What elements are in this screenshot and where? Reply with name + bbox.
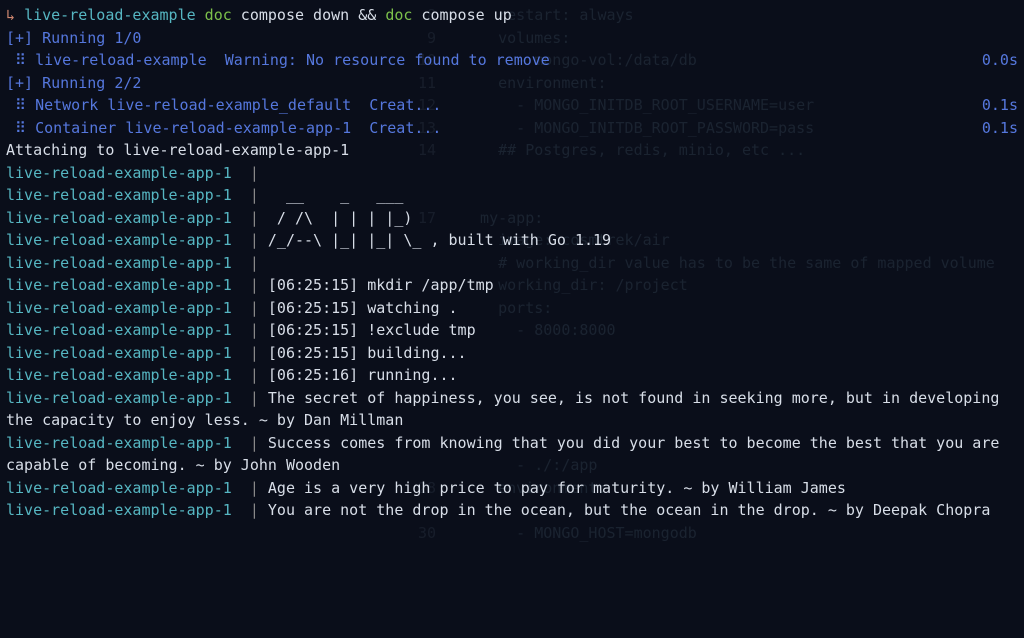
- log-separator: |: [232, 299, 268, 317]
- log-prefix: live-reload-example-app-1: [6, 299, 232, 317]
- log-line: live-reload-example-app-1 |: [6, 162, 1018, 185]
- log-line: live-reload-example-app-1 | Age is a ver…: [6, 477, 1018, 500]
- cmd-compose-up: compose up: [412, 6, 511, 24]
- cmd-doc-1: doc: [196, 6, 232, 24]
- running-header-2: [+] Running 2/2: [6, 72, 1018, 95]
- cmd-doc-2: doc: [385, 6, 412, 24]
- spinner-icon: ⠿: [6, 119, 35, 137]
- prompt-line: ↳ live-reload-example doc compose down &…: [6, 4, 1018, 27]
- log-prefix: live-reload-example-app-1: [6, 164, 232, 182]
- log-text: [06:25:15] building...: [268, 344, 467, 362]
- network-time: 0.1s: [982, 94, 1018, 117]
- log-text: [06:25:16] running...: [268, 366, 458, 384]
- log-separator: |: [232, 164, 268, 182]
- warning-name: live-reload-example: [35, 51, 225, 69]
- log-separator: |: [232, 501, 268, 519]
- log-prefix: live-reload-example-app-1: [6, 344, 232, 362]
- log-separator: |: [232, 366, 268, 384]
- log-prefix: live-reload-example-app-1: [6, 321, 232, 339]
- log-prefix: live-reload-example-app-1: [6, 501, 232, 519]
- log-line: live-reload-example-app-1 | [06:25:16] r…: [6, 364, 1018, 387]
- log-line: live-reload-example-app-1 | You are not …: [6, 499, 1018, 522]
- log-line: live-reload-example-app-1 | [06:25:15] !…: [6, 319, 1018, 342]
- ghost-line: 30 - MONGO_HOST=mongodb: [6, 522, 1018, 545]
- log-separator: |: [232, 254, 268, 272]
- log-text: /_/--\ |_| |_| \_ , built with Go 1.19: [268, 231, 611, 249]
- warning-time: 0.0s: [982, 49, 1018, 72]
- log-separator: |: [232, 479, 268, 497]
- cmd-compose-down: compose down: [232, 6, 349, 24]
- log-container: live-reload-example-app-1 | live-reload-…: [6, 162, 1018, 522]
- container-row: ⠿ Container live-reload-example-app-1 Cr…: [6, 117, 1018, 140]
- spinner-icon: ⠿: [6, 96, 35, 114]
- network-row: ⠿ Network live-reload-example_default Cr…: [6, 94, 1018, 117]
- log-text: You are not the drop in the ocean, but t…: [268, 501, 990, 519]
- log-text: [06:25:15] watching .: [268, 299, 458, 317]
- log-separator: |: [232, 389, 268, 407]
- running-header-1: [+] Running 1/0: [6, 27, 1018, 50]
- log-text: [06:25:15] !exclude tmp: [268, 321, 476, 339]
- network-name: Network live-reload-example_default: [35, 96, 369, 114]
- log-prefix: live-reload-example-app-1: [6, 254, 232, 272]
- attaching-line: Attaching to live-reload-example-app-1: [6, 139, 1018, 162]
- container-status: Creat...: [369, 119, 441, 137]
- log-separator: |: [232, 321, 268, 339]
- log-text: [06:25:15] mkdir /app/tmp: [268, 276, 494, 294]
- log-prefix: live-reload-example-app-1: [6, 276, 232, 294]
- log-separator: |: [232, 231, 268, 249]
- log-text: Age is a very high price to pay for matu…: [268, 479, 846, 497]
- log-separator: |: [232, 186, 268, 204]
- log-prefix: live-reload-example-app-1: [6, 231, 232, 249]
- log-separator: |: [232, 276, 268, 294]
- log-line: live-reload-example-app-1 | / /\ | | | |…: [6, 207, 1018, 230]
- log-line: live-reload-example-app-1 | Success come…: [6, 432, 1018, 477]
- log-text: / /\ | | | |_): [268, 209, 413, 227]
- prompt-arrow: ↳: [6, 6, 24, 24]
- log-line: live-reload-example-app-1 |: [6, 252, 1018, 275]
- cmd-amp: &&: [349, 6, 385, 24]
- log-separator: |: [232, 209, 268, 227]
- log-separator: |: [232, 434, 268, 452]
- prompt-dir: live-reload-example: [24, 6, 196, 24]
- log-line: live-reload-example-app-1 | __ _ ___: [6, 184, 1018, 207]
- warning-msg: Warning: No resource found to remove: [225, 51, 550, 69]
- log-prefix: live-reload-example-app-1: [6, 366, 232, 384]
- log-line: live-reload-example-app-1 | The secret o…: [6, 387, 1018, 432]
- log-line: live-reload-example-app-1 | [06:25:15] b…: [6, 342, 1018, 365]
- log-separator: |: [232, 344, 268, 362]
- container-name: Container live-reload-example-app-1: [35, 119, 369, 137]
- warning-row: ⠿ live-reload-example Warning: No resour…: [6, 49, 1018, 72]
- log-prefix: live-reload-example-app-1: [6, 186, 232, 204]
- spinner-icon: ⠿: [6, 51, 35, 69]
- log-line: live-reload-example-app-1 | /_/--\ |_| |…: [6, 229, 1018, 252]
- log-line: live-reload-example-app-1 | [06:25:15] w…: [6, 297, 1018, 320]
- log-prefix: live-reload-example-app-1: [6, 209, 232, 227]
- container-time: 0.1s: [982, 117, 1018, 140]
- log-line: live-reload-example-app-1 | [06:25:15] m…: [6, 274, 1018, 297]
- log-prefix: live-reload-example-app-1: [6, 479, 232, 497]
- network-status: Creat...: [369, 96, 441, 114]
- log-text: __ _ ___: [268, 186, 403, 204]
- terminal[interactable]: ↳ live-reload-example doc compose down &…: [6, 4, 1018, 522]
- log-prefix: live-reload-example-app-1: [6, 389, 232, 407]
- log-prefix: live-reload-example-app-1: [6, 434, 232, 452]
